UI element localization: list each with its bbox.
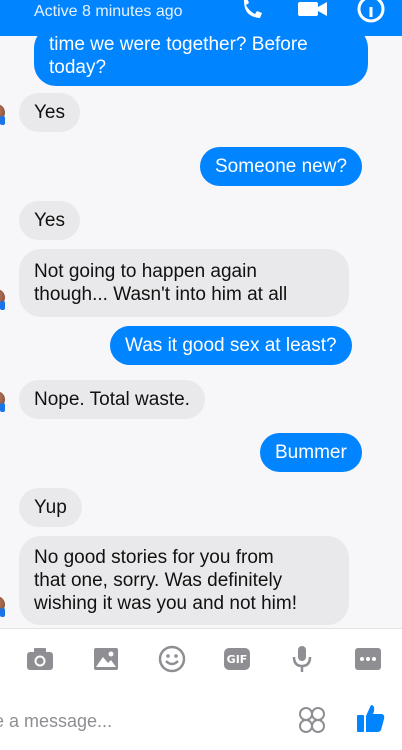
message-incoming: Nope. Total waste.	[19, 380, 205, 419]
more-options-icon[interactable]	[354, 645, 382, 673]
message-incoming: No good stories for you from that one, s…	[19, 536, 349, 625]
camera-icon[interactable]	[26, 645, 54, 673]
active-status: Active 8 minutes ago	[34, 3, 183, 20]
message-input[interactable]	[0, 708, 264, 734]
message-incoming: Yes	[19, 93, 80, 132]
microphone-icon[interactable]	[288, 645, 316, 673]
video-call-icon[interactable]	[296, 0, 330, 29]
sticker-icon[interactable]	[298, 706, 326, 739]
gif-icon[interactable]: GIF	[223, 645, 251, 673]
photo-gallery-icon[interactable]	[92, 645, 120, 673]
message-incoming: Yes	[19, 201, 80, 240]
phone-call-icon[interactable]	[236, 0, 266, 29]
conversation-header: Active 8 minutes ago	[0, 0, 402, 36]
contact-avatar	[0, 391, 5, 412]
message-incoming: Yup	[19, 488, 82, 527]
composer	[0, 690, 402, 750]
thumbs-up-icon[interactable]	[356, 702, 386, 739]
message-thread: time we were together? Before today? Yes…	[0, 36, 402, 628]
contact-avatar	[0, 289, 5, 310]
message-incoming: Not going to happen again though... Wasn…	[19, 249, 349, 317]
contact-avatar	[0, 596, 5, 617]
contact-avatar	[0, 104, 5, 125]
message-outgoing: time we were together? Before today?	[34, 36, 368, 86]
message-outgoing: Bummer	[260, 433, 362, 472]
composer-toolbar: GIF	[0, 628, 402, 690]
message-outgoing: Someone new?	[200, 147, 363, 186]
emoji-icon[interactable]	[158, 645, 186, 673]
message-outgoing: Was it good sex at least?	[110, 326, 352, 365]
info-icon[interactable]	[356, 0, 386, 29]
